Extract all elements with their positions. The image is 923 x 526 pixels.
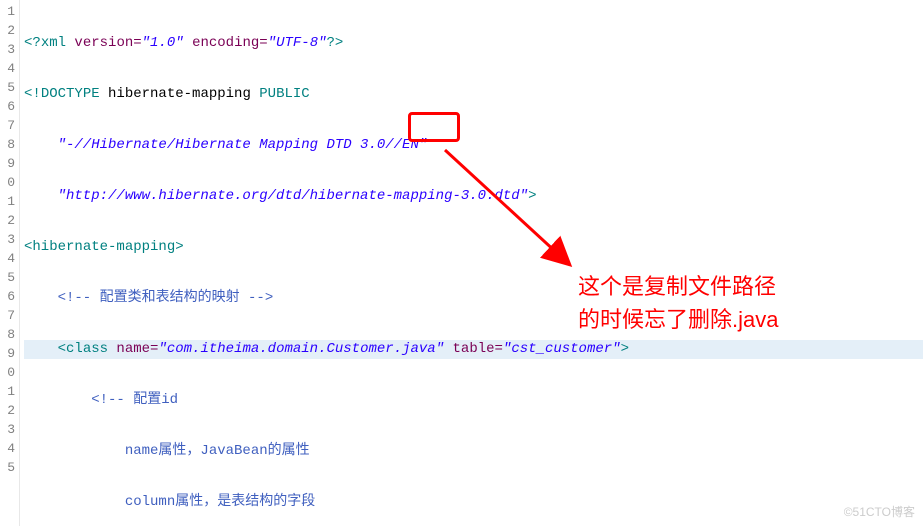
line-number: 6 (0, 97, 19, 116)
line-number: 5 (0, 268, 19, 287)
line-number: 4 (0, 59, 19, 78)
code-line[interactable]: <hibernate-mapping> (24, 238, 923, 257)
code-line[interactable]: <?xml version="1.0" encoding="UTF-8"?> (24, 34, 923, 53)
line-number: 0 (0, 363, 19, 382)
line-number: 1 (0, 2, 19, 21)
line-number: 1 (0, 382, 19, 401)
line-number: 4 (0, 439, 19, 458)
line-number: 8 (0, 325, 19, 344)
code-line-highlighted[interactable]: <class name="com.itheima.domain.Customer… (24, 340, 923, 359)
line-number: 3 (0, 230, 19, 249)
line-number: 2 (0, 211, 19, 230)
code-line[interactable]: <!-- 配置id (24, 391, 923, 410)
line-number: 3 (0, 40, 19, 59)
code-line[interactable]: <!DOCTYPE hibernate-mapping PUBLIC (24, 85, 923, 104)
line-number: 0 (0, 173, 19, 192)
code-editor[interactable]: 1 2 3 4 5 6 7 8 9 0 1 2 3 4 5 6 7 8 9 0 … (0, 0, 923, 526)
line-number: 8 (0, 135, 19, 154)
code-area[interactable]: <?xml version="1.0" encoding="UTF-8"?> <… (20, 0, 923, 526)
line-number-gutter: 1 2 3 4 5 6 7 8 9 0 1 2 3 4 5 6 7 8 9 0 … (0, 0, 20, 526)
line-number: 6 (0, 287, 19, 306)
line-number: 5 (0, 458, 19, 477)
annotation-text: 这个是复制文件路径 的时候忘了删除.java (578, 270, 778, 336)
code-line[interactable]: column属性，是表结构的字段 (24, 493, 923, 512)
line-number: 9 (0, 344, 19, 363)
line-number: 4 (0, 249, 19, 268)
code-line[interactable]: <!-- 配置类和表结构的映射 --> (24, 289, 923, 308)
line-number: 2 (0, 21, 19, 40)
line-number: 5 (0, 78, 19, 97)
line-number: 1 (0, 192, 19, 211)
code-line[interactable]: "-//Hibernate/Hibernate Mapping DTD 3.0/… (24, 136, 923, 155)
line-number: 7 (0, 116, 19, 135)
code-line[interactable]: "http://www.hibernate.org/dtd/hibernate-… (24, 187, 923, 206)
watermark: ©51CTO博客 (844, 503, 915, 520)
code-line[interactable]: name属性，JavaBean的属性 (24, 442, 923, 461)
line-number: 7 (0, 306, 19, 325)
line-number: 9 (0, 154, 19, 173)
line-number: 2 (0, 401, 19, 420)
line-number: 3 (0, 420, 19, 439)
